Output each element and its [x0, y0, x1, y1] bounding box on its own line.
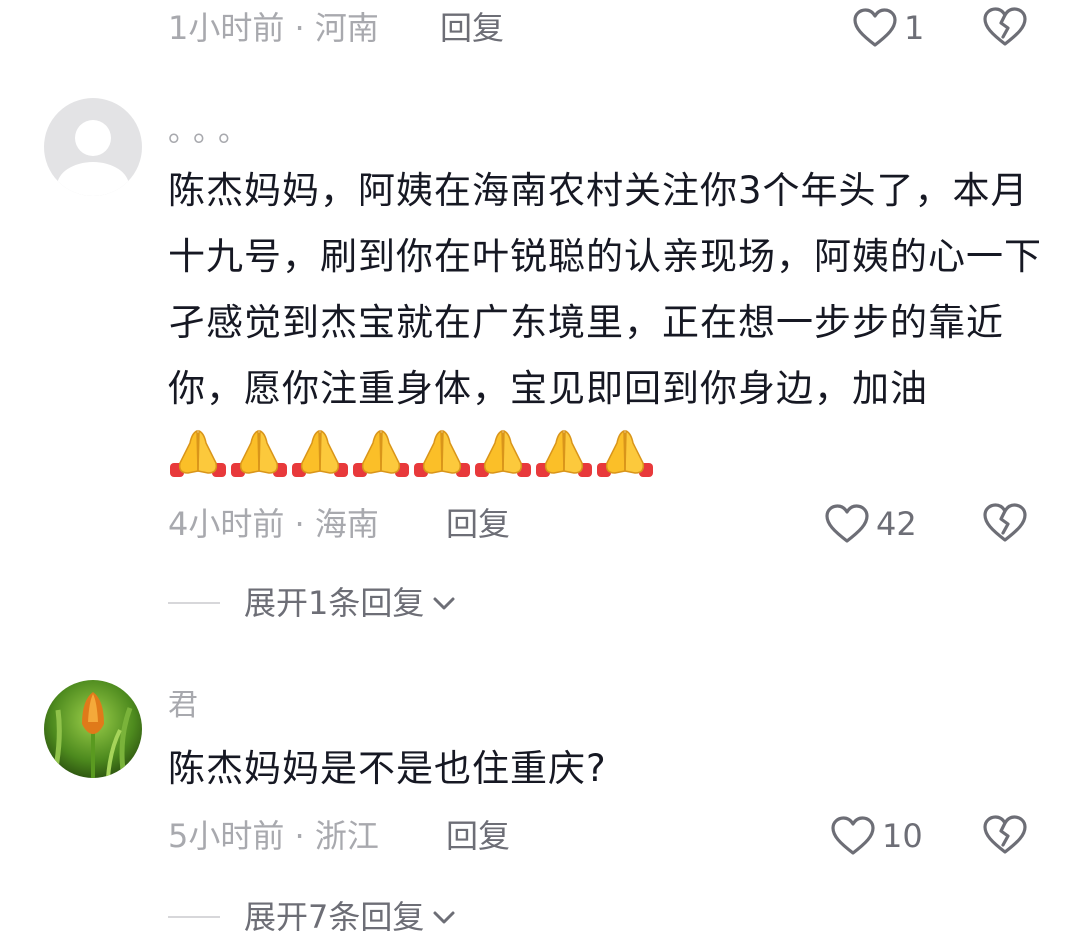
- chevron-down-icon: [433, 911, 455, 924]
- comment-time-location: 4小时前 · 海南: [168, 505, 379, 543]
- like-button[interactable]: 10: [830, 812, 923, 860]
- like-count: 42: [876, 505, 917, 543]
- reply-button[interactable]: 回复: [446, 504, 510, 544]
- comment-body: 陈杰妈妈是不是也住重庆?: [168, 747, 607, 790]
- username[interactable]: 。。。: [168, 112, 258, 152]
- like-button[interactable]: 1: [852, 4, 924, 52]
- divider-line: [168, 916, 220, 918]
- folded-hands-emoji-icon: [353, 429, 409, 477]
- expand-replies-button[interactable]: 展开7条回复: [168, 892, 458, 942]
- divider-line: [168, 602, 220, 604]
- comment-meta-row: 4小时前 · 海南 回复 42: [0, 496, 1079, 552]
- like-count: 10: [882, 817, 923, 855]
- folded-hands-emoji-icon: [231, 429, 287, 477]
- username[interactable]: 君: [168, 686, 198, 726]
- expand-replies-label: 展开1条回复: [244, 584, 425, 622]
- comment-text: 陈杰妈妈是不是也住重庆?: [168, 736, 1048, 802]
- comment-meta-row: 5小时前 · 浙江 回复 10: [0, 808, 1079, 864]
- comment-meta-row: 1小时前 · 河南 回复 1: [0, 0, 1079, 56]
- heart-outline-icon: [825, 504, 869, 543]
- comment-time-location: 5小时前 · 浙江: [168, 817, 379, 855]
- like-count: 1: [904, 9, 925, 47]
- broken-heart-icon[interactable]: [982, 812, 1028, 858]
- expand-replies-button[interactable]: 展开1条回复: [168, 578, 458, 628]
- heart-outline-icon: [853, 8, 897, 47]
- broken-heart-icon[interactable]: [982, 4, 1028, 50]
- folded-hands-emoji-icon: [536, 429, 592, 477]
- avatar[interactable]: [44, 680, 142, 778]
- folded-hands-emoji-icon: [170, 429, 226, 477]
- folded-hands-emoji-icon: [414, 429, 470, 477]
- folded-hands-emoji-icon: [597, 429, 653, 477]
- chevron-down-icon: [433, 597, 455, 610]
- default-avatar-icon: [57, 120, 129, 196]
- folded-hands-emoji-icon: [475, 429, 531, 477]
- reply-button[interactable]: 回复: [440, 8, 504, 48]
- like-button[interactable]: 42: [824, 500, 917, 548]
- expand-replies-label: 展开7条回复: [244, 898, 425, 936]
- comment-time-location: 1小时前 · 河南: [168, 9, 379, 47]
- avatar[interactable]: [44, 98, 142, 196]
- comment-text: 陈杰妈妈，阿姨在海南农村关注你3个年头了，本月十九号，刷到你在叶锐聪的认亲现场，…: [168, 158, 1048, 488]
- folded-hands-emoji-icon: [292, 429, 348, 477]
- heart-outline-icon: [831, 816, 875, 855]
- broken-heart-icon[interactable]: [982, 500, 1028, 546]
- emoji-row: [168, 427, 656, 479]
- comment-body: 陈杰妈妈，阿姨在海南农村关注你3个年头了，本月十九号，刷到你在叶锐聪的认亲现场，…: [168, 169, 1042, 410]
- reply-button[interactable]: 回复: [446, 816, 510, 856]
- tulip-avatar-image: [44, 680, 142, 778]
